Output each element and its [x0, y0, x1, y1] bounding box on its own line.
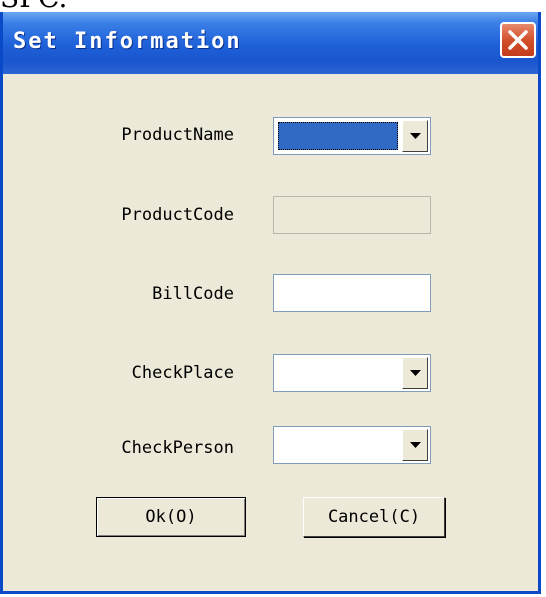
window-title: Set Information: [13, 29, 242, 54]
check-place-label: CheckPlace: [131, 363, 234, 383]
bill-code-label: BillCode: [152, 284, 234, 304]
set-information-dialog: Set Information ProductName ProductCode …: [0, 12, 541, 594]
product-name-combobox[interactable]: [273, 117, 431, 155]
cancel-button[interactable]: Cancel(C): [303, 497, 445, 537]
check-person-combobox[interactable]: [273, 426, 431, 464]
product-code-label: ProductCode: [121, 205, 234, 225]
bill-code-field[interactable]: [273, 274, 431, 312]
page: SPC. Set Information ProductName Product…: [0, 0, 546, 597]
check-place-dropdown-button[interactable]: [402, 357, 428, 389]
product-name-selected-value: [278, 122, 398, 150]
ok-button[interactable]: Ok(O): [96, 497, 246, 537]
check-place-combobox[interactable]: [273, 354, 431, 392]
title-bar[interactable]: Set Information: [3, 12, 538, 74]
chevron-down-icon: [410, 133, 421, 139]
product-name-dropdown-button[interactable]: [402, 120, 428, 152]
stray-caption: SPC.: [0, 0, 67, 12]
check-person-label: CheckPerson: [121, 438, 234, 458]
chevron-down-icon: [410, 442, 421, 448]
close-icon: [508, 30, 528, 50]
product-code-field: [273, 196, 431, 234]
check-person-selected-value: [278, 431, 398, 459]
check-person-dropdown-button[interactable]: [402, 429, 428, 461]
close-button[interactable]: [500, 22, 536, 58]
chevron-down-icon: [410, 370, 421, 376]
product-name-label: ProductName: [121, 125, 234, 145]
check-place-selected-value: [278, 359, 398, 387]
